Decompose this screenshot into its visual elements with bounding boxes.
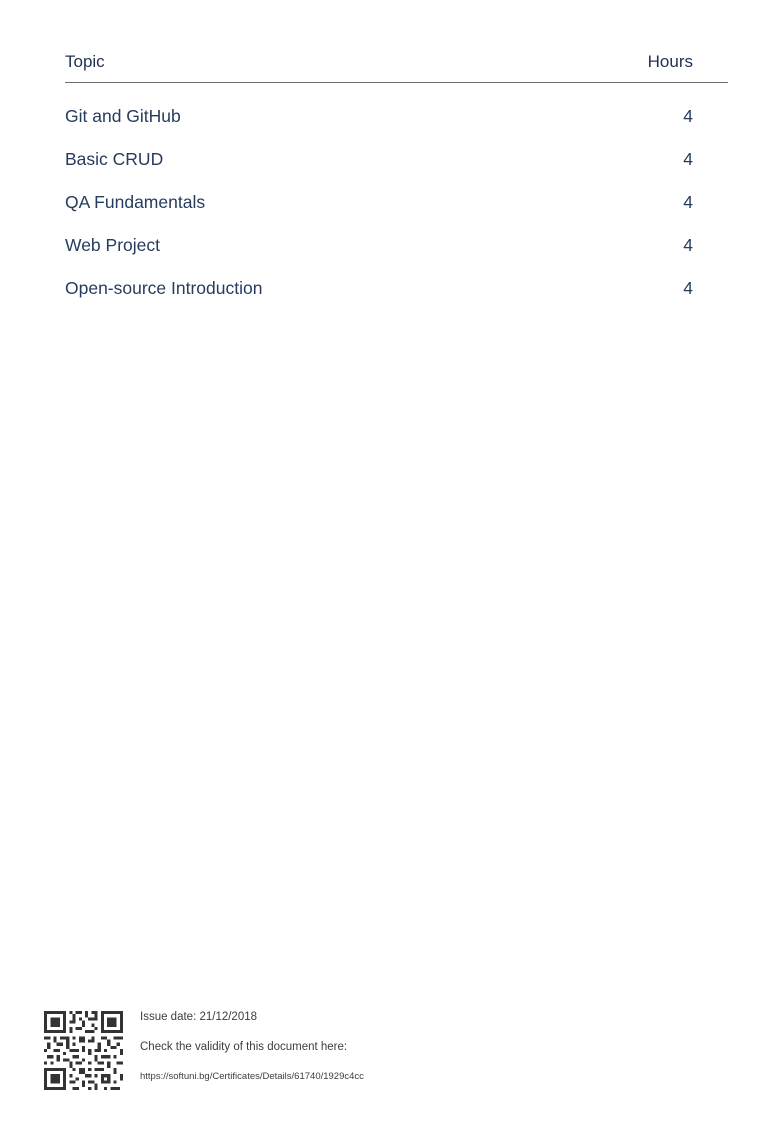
table-row: QA Fundamentals 4 [65, 192, 728, 235]
table-header: Topic Hours [65, 48, 728, 83]
issue-date: Issue date: 21/12/2018 [140, 1011, 258, 1023]
row-topic: QA Fundamentals [65, 192, 206, 212]
row-hours: 4 [683, 235, 693, 255]
row-topic: Web Project [65, 235, 160, 255]
table-row: Web Project 4 [65, 235, 728, 278]
row-hours: 4 [683, 149, 693, 169]
row-hours: 4 [683, 192, 693, 212]
table-row: Git and GitHub 4 [65, 106, 728, 149]
certificate-url[interactable]: https://softuni.bg/Certificates/Details/… [140, 1071, 364, 1082]
table-row: Open-source Introduction 4 [65, 278, 728, 321]
topics-table: Topic Hours Git and GitHub 4 Basic CRUD … [65, 48, 728, 298]
table-row: Basic CRUD 4 [65, 149, 728, 192]
header-hours: Hours [647, 52, 693, 71]
table-body: Git and GitHub 4 Basic CRUD 4 QA Fundame… [65, 106, 728, 321]
header-topic: Topic [65, 52, 105, 71]
row-topic: Open-source Introduction [65, 278, 263, 298]
validity-check-text: Check the validity of this document here… [140, 1041, 348, 1053]
qr-code-icon [44, 1011, 123, 1090]
row-topic: Git and GitHub [65, 106, 181, 126]
row-hours: 4 [683, 278, 693, 298]
certificate-footer: Issue date: 21/12/2018 Check the validit… [44, 1011, 744, 1091]
row-topic: Basic CRUD [65, 149, 164, 169]
row-hours: 4 [683, 106, 693, 126]
